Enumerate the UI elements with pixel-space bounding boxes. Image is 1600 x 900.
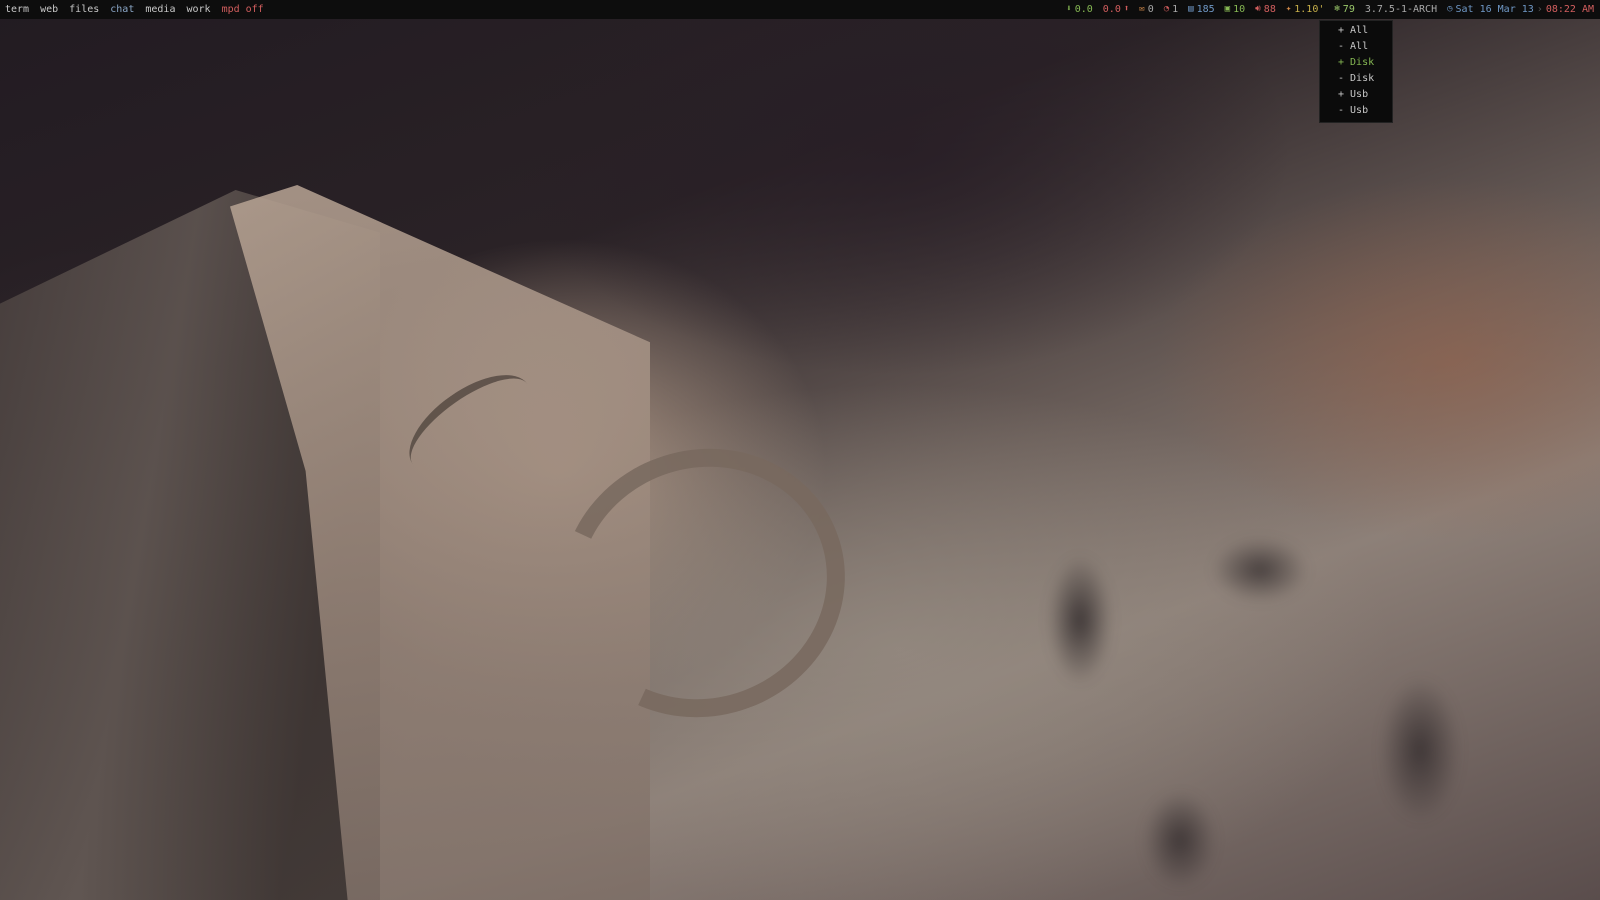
menu-item-mount-disk[interactable]: + Disk [1320, 55, 1392, 71]
speaker-icon: 🔊︎ [1255, 4, 1261, 14]
separator-chevron-icon: › [1536, 4, 1543, 15]
status-widgets: ⬇ 0.0 0.0 ⬆ ✉ 0 ◔ 1 ▤ 185 ▣ 10 🔊︎ 88 ✦ 1… [1056, 0, 1600, 19]
mount-menu: + All - All + Disk - Disk + Usb - Usb [1319, 20, 1393, 123]
mpd-status[interactable]: mpd off [222, 0, 264, 19]
kernel-widget: 3.7.5-1-ARCH [1365, 0, 1437, 19]
date-value: Sat 16 Mar 13 [1455, 4, 1534, 15]
cpu-widget: ▣ 10 [1225, 0, 1245, 19]
menu-item-unmount-disk[interactable]: - Disk [1320, 71, 1392, 87]
net-down-value: 0.0 [1074, 4, 1093, 15]
time-value: 08:22 AM [1545, 4, 1594, 15]
load-icon: ✦ [1285, 4, 1292, 14]
top-status-bar: term web files chat media work mpd off ⬇… [0, 0, 1600, 19]
arrow-down-icon: ⬇ [1066, 4, 1072, 14]
net-up-value: 0.0 [1102, 4, 1121, 15]
volume-widget[interactable]: 🔊︎ 88 [1255, 0, 1276, 19]
updates-count: 1 [1172, 4, 1179, 15]
kernel-version: 3.7.5-1-ARCH [1364, 4, 1438, 15]
clock-icon: ◷ [1447, 4, 1453, 14]
arch-icon: ◔ [1163, 4, 1170, 14]
menu-item-unmount-all[interactable]: - All [1320, 39, 1392, 55]
menu-item-mount-all[interactable]: + All [1320, 23, 1392, 39]
volume-value: 88 [1263, 4, 1276, 15]
thermometer-icon: ❄ [1334, 4, 1340, 14]
temp-widget: ❄ 79 [1334, 0, 1354, 19]
cpu-value: 10 [1233, 4, 1246, 15]
tag-chat[interactable]: chat [110, 0, 134, 19]
load-widget: ✦ 1.10' [1286, 0, 1325, 19]
tag-work[interactable]: work [186, 0, 210, 19]
memory-icon: ▤ [1188, 4, 1194, 14]
desktop: term web files chat media work mpd off ⬇… [0, 0, 1600, 900]
net-up-widget: 0.0 ⬆ [1103, 0, 1129, 19]
updates-widget[interactable]: ◔ 1 [1164, 0, 1178, 19]
menu-item-mount-usb[interactable]: + Usb [1320, 87, 1392, 103]
temp-value: 79 [1342, 4, 1355, 15]
cpu-icon: ▣ [1224, 4, 1231, 14]
mem-widget: ▤ 185 [1188, 0, 1214, 19]
clock-widget[interactable]: ◷ Sat 16 Mar 13 › 08:22 AM [1447, 0, 1594, 19]
mail-count: 0 [1147, 4, 1154, 15]
net-down-widget: ⬇ 0.0 [1066, 0, 1092, 19]
tag-files[interactable]: files [69, 0, 99, 19]
load-value: 1.10' [1294, 4, 1325, 15]
arrow-up-icon: ⬆ [1123, 4, 1130, 14]
tag-term[interactable]: term [5, 0, 29, 19]
tag-list: term web files chat media work mpd off [0, 0, 275, 19]
mem-value: 185 [1196, 4, 1215, 15]
menu-item-unmount-usb[interactable]: - Usb [1320, 103, 1392, 119]
mail-widget[interactable]: ✉ 0 [1139, 0, 1153, 19]
wallpaper-bokeh [1000, 420, 1600, 900]
tag-media[interactable]: media [145, 0, 175, 19]
tag-web[interactable]: web [40, 0, 58, 19]
mail-icon: ✉ [1139, 4, 1145, 14]
